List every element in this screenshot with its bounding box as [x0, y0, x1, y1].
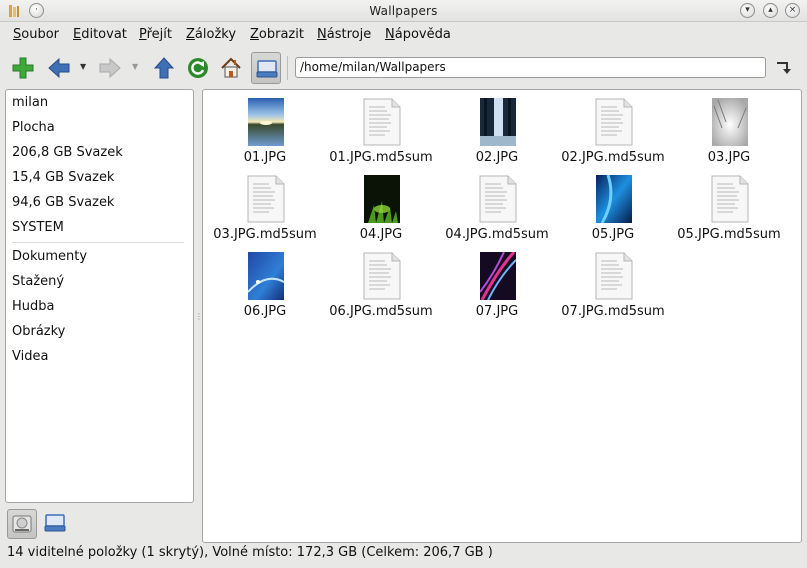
image-thumbnail-icon: [596, 175, 632, 223]
text-document-icon: [711, 175, 749, 223]
menu-bar: Soubor Editovat Přejít Záložky Zobrazit …: [0, 22, 807, 48]
sidebar-item-volume-206[interactable]: 206,8 GB Svazek: [12, 145, 123, 160]
sidebar-item-system[interactable]: SYSTEM: [12, 220, 64, 235]
text-document-icon: [479, 175, 517, 223]
image-thumbnail-icon: [480, 98, 516, 146]
drive-icon: [44, 514, 66, 532]
sidebar-item-stazeny[interactable]: Stažený: [12, 274, 64, 289]
sidebar-item-obrazky[interactable]: Obrázky: [12, 324, 65, 339]
file-item[interactable]: 05.JPG: [555, 168, 671, 242]
menu-help[interactable]: Nápověda: [385, 27, 451, 42]
close-button[interactable]: ×: [785, 3, 800, 18]
image-thumbnail-icon: [364, 175, 400, 223]
sidebar-separator: [12, 242, 184, 243]
menu-file[interactable]: Soubor: [13, 27, 59, 42]
sidebar-item-milan[interactable]: milan: [12, 95, 48, 110]
title-bar: · Wallpapers ▾ ▴ ×: [0, 0, 807, 22]
file-item[interactable]: 04.JPG.md5sum: [439, 168, 555, 242]
forward-history-chevron-icon[interactable]: ▼: [132, 62, 138, 71]
image-thumbnail-icon: [712, 98, 748, 146]
drive-icon: [256, 60, 278, 78]
file-item[interactable]: 07.JPG: [439, 245, 555, 319]
file-name: 05.JPG.md5sum: [677, 227, 781, 242]
text-document-icon: [363, 98, 401, 146]
file-item[interactable]: 03.JPG.md5sum: [207, 168, 323, 242]
text-document-icon: [595, 252, 633, 300]
forward-arrow-icon: [99, 57, 121, 79]
file-item[interactable]: 01.JPG: [207, 91, 323, 165]
menu-bookmarks[interactable]: Záložky: [186, 27, 236, 42]
sidebar-item-plocha[interactable]: Plocha: [12, 120, 55, 135]
harddisk-icon: [12, 515, 32, 533]
go-arrow-icon: [777, 62, 791, 74]
text-document-icon: [595, 98, 633, 146]
home-button[interactable]: [216, 52, 246, 84]
sidebar-tab-places[interactable]: [7, 509, 37, 539]
text-document-icon: [363, 252, 401, 300]
up-arrow-icon: [153, 57, 175, 79]
sidebar-item-hudba[interactable]: Hudba: [12, 299, 55, 314]
sidebar-item-volume-94[interactable]: 94,6 GB Svazek: [12, 195, 114, 210]
text-document-icon: [247, 175, 285, 223]
menu-go[interactable]: Přejít: [139, 27, 172, 42]
file-item[interactable]: 02.JPG: [439, 91, 555, 165]
new-tab-button[interactable]: [8, 52, 38, 84]
file-item[interactable]: 07.JPG.md5sum: [555, 245, 671, 319]
file-view: 01.JPG 01.JPG.md5sum 02.JPG 02.JPG.md5sum 03…: [202, 89, 802, 543]
sidebar-item-dokumenty[interactable]: Dokumenty: [12, 249, 87, 264]
menu-edit[interactable]: Editovat: [73, 27, 127, 42]
forward-button[interactable]: [95, 52, 125, 84]
image-thumbnail-icon: [248, 98, 284, 146]
home-icon: [221, 57, 241, 78]
go-button[interactable]: [773, 57, 795, 79]
reload-icon: [188, 58, 208, 78]
computer-button[interactable]: [251, 52, 281, 84]
file-item[interactable]: 04.JPG: [323, 168, 439, 242]
file-item[interactable]: 01.JPG.md5sum: [323, 91, 439, 165]
file-item[interactable]: 06.JPG: [207, 245, 323, 319]
file-item[interactable]: 02.JPG.md5sum: [555, 91, 671, 165]
menu-view[interactable]: Zobrazit: [250, 27, 304, 42]
back-button[interactable]: [44, 52, 74, 84]
file-item[interactable]: 05.JPG.md5sum: [671, 168, 787, 242]
toolbar-separator: [287, 56, 288, 80]
minimize-button[interactable]: ▾: [740, 3, 755, 18]
sidebar-item-videa[interactable]: Videa: [12, 349, 48, 364]
file-name: 03.JPG: [707, 150, 751, 165]
up-button[interactable]: [149, 52, 179, 84]
window-title: Wallpapers: [369, 4, 438, 18]
maximize-button[interactable]: ▴: [763, 3, 778, 18]
file-item[interactable]: 03.JPG: [671, 91, 787, 165]
reload-button[interactable]: [183, 52, 213, 84]
menu-tools[interactable]: Nástroje: [317, 27, 371, 42]
file-item[interactable]: 06.JPG.md5sum: [323, 245, 439, 319]
image-thumbnail-icon: [480, 252, 516, 300]
sidebar-item-volume-15[interactable]: 15,4 GB Svazek: [12, 170, 114, 185]
status-bar: 14 viditelné položky (1 skrytý), Volné m…: [7, 545, 493, 560]
file-name: 07.JPG.md5sum: [561, 304, 665, 319]
location-input[interactable]: /home/milan/Wallpapers: [295, 57, 766, 78]
image-thumbnail-icon: [248, 252, 284, 300]
back-history-chevron-icon[interactable]: ▼: [80, 62, 86, 71]
back-arrow-icon: [48, 57, 70, 79]
plus-icon: [12, 57, 34, 79]
sidebar-places: milan Plocha 206,8 GB Svazek 15,4 GB Sva…: [5, 89, 194, 503]
sidebar-tab-tree[interactable]: [41, 509, 71, 539]
